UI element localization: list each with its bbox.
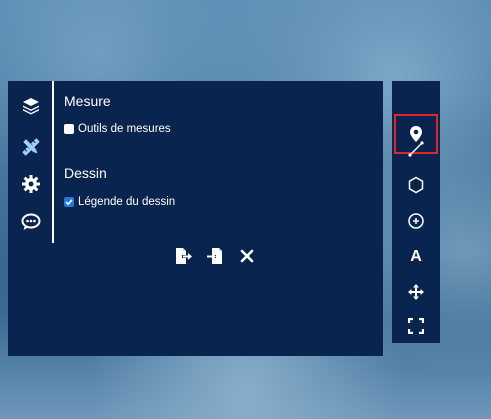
- polygon-tool[interactable]: [392, 172, 440, 198]
- close-icon[interactable]: [238, 247, 256, 265]
- line-tool[interactable]: [392, 136, 440, 162]
- circle-plus-icon: [408, 213, 424, 229]
- tools-panel: Mesure Outils de mesures Dessin Légende …: [8, 81, 383, 356]
- dessin-checkbox-row[interactable]: Légende du dessin: [64, 196, 175, 208]
- panel-actions: [174, 247, 256, 265]
- checkmark-icon: [65, 199, 73, 206]
- text-tool-label: A: [410, 248, 422, 265]
- import-icon[interactable]: [206, 247, 224, 265]
- export-icon[interactable]: [174, 247, 192, 265]
- mesure-checkbox-label: Outils de mesures: [78, 123, 171, 135]
- circle-tool[interactable]: [392, 208, 440, 234]
- gear-icon[interactable]: [21, 174, 41, 194]
- panel-sidebar: [8, 81, 53, 356]
- move-tool[interactable]: [392, 279, 440, 305]
- mesure-title: Mesure: [64, 93, 111, 109]
- expand-icon: [408, 318, 424, 334]
- dessin-checkbox[interactable]: [64, 197, 74, 207]
- drawing-toolbar: A: [392, 81, 440, 343]
- line-icon: [408, 141, 424, 157]
- move-arrows-icon: [408, 284, 424, 300]
- mesure-checkbox[interactable]: [64, 124, 74, 134]
- panel-content: Mesure Outils de mesures Dessin Légende …: [64, 81, 383, 356]
- panel-divider: [52, 81, 54, 243]
- layers-icon[interactable]: [21, 96, 41, 116]
- mesure-checkbox-row[interactable]: Outils de mesures: [64, 123, 171, 135]
- hexagon-icon: [408, 176, 424, 194]
- fullscreen-tool[interactable]: [392, 313, 440, 339]
- dessin-title: Dessin: [64, 165, 107, 181]
- ruler-pencil-icon[interactable]: [21, 137, 41, 157]
- dessin-checkbox-label: Légende du dessin: [78, 196, 176, 208]
- chat-icon[interactable]: [21, 212, 41, 232]
- text-tool[interactable]: A: [392, 244, 440, 270]
